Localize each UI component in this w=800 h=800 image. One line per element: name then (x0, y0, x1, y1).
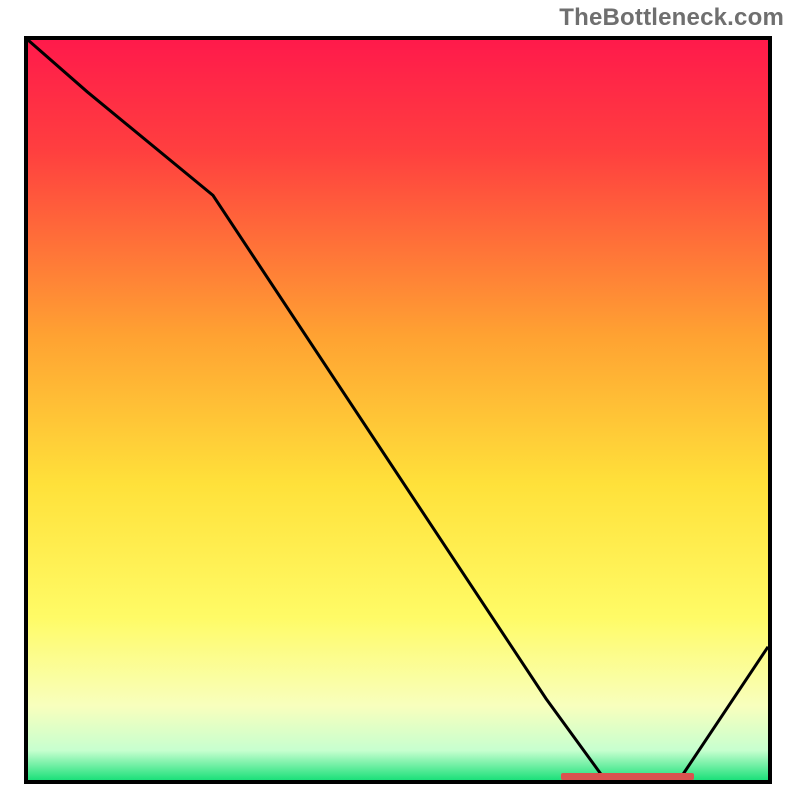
plot-area (28, 40, 768, 780)
curve-path (28, 40, 768, 780)
optimal-marker (561, 773, 694, 780)
bottleneck-curve-line (28, 40, 768, 780)
plot-frame (24, 36, 772, 784)
watermark-text: TheBottleneck.com (559, 4, 784, 32)
chart-stage: TheBottleneck.com (0, 0, 800, 800)
